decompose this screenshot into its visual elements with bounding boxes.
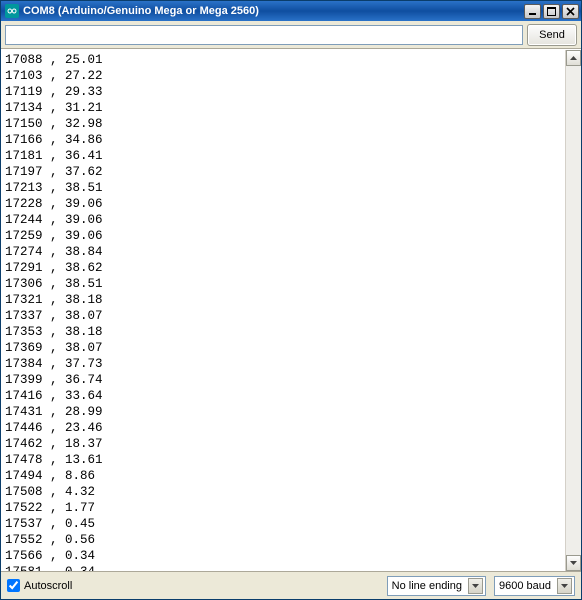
maximize-button[interactable] — [543, 4, 560, 19]
serial-monitor-window: COM8 (Arduino/Genuino Mega or Mega 2560)… — [0, 0, 582, 600]
baud-rate-value: 9600 baud — [499, 580, 557, 592]
window-controls — [524, 4, 579, 19]
line-ending-value: No line ending — [392, 580, 468, 592]
arduino-app-icon — [5, 4, 19, 18]
minimize-button[interactable] — [524, 4, 541, 19]
autoscroll-checkbox[interactable] — [7, 579, 20, 592]
autoscroll-wrap[interactable]: Autoscroll — [7, 579, 379, 592]
output-area: 17088 , 25.01 17103 , 27.22 17119 , 29.3… — [1, 49, 581, 571]
window-title: COM8 (Arduino/Genuino Mega or Mega 2560) — [23, 5, 524, 17]
send-input[interactable] — [5, 25, 523, 45]
title-bar[interactable]: COM8 (Arduino/Genuino Mega or Mega 2560) — [1, 1, 581, 21]
chevron-down-icon — [557, 578, 572, 594]
autoscroll-label: Autoscroll — [24, 580, 72, 592]
send-button[interactable]: Send — [527, 24, 577, 46]
scroll-up-button[interactable] — [566, 50, 581, 66]
send-toolbar: Send — [1, 21, 581, 49]
chevron-down-icon — [468, 578, 483, 594]
baud-rate-select[interactable]: 9600 baud — [494, 576, 575, 596]
vertical-scrollbar[interactable] — [565, 50, 581, 571]
close-button[interactable] — [562, 4, 579, 19]
footer-toolbar: Autoscroll No line ending 9600 baud — [1, 571, 581, 599]
scroll-down-button[interactable] — [566, 555, 581, 571]
line-ending-select[interactable]: No line ending — [387, 576, 486, 596]
scroll-track[interactable] — [566, 66, 581, 555]
serial-output[interactable]: 17088 , 25.01 17103 , 27.22 17119 , 29.3… — [1, 50, 565, 571]
